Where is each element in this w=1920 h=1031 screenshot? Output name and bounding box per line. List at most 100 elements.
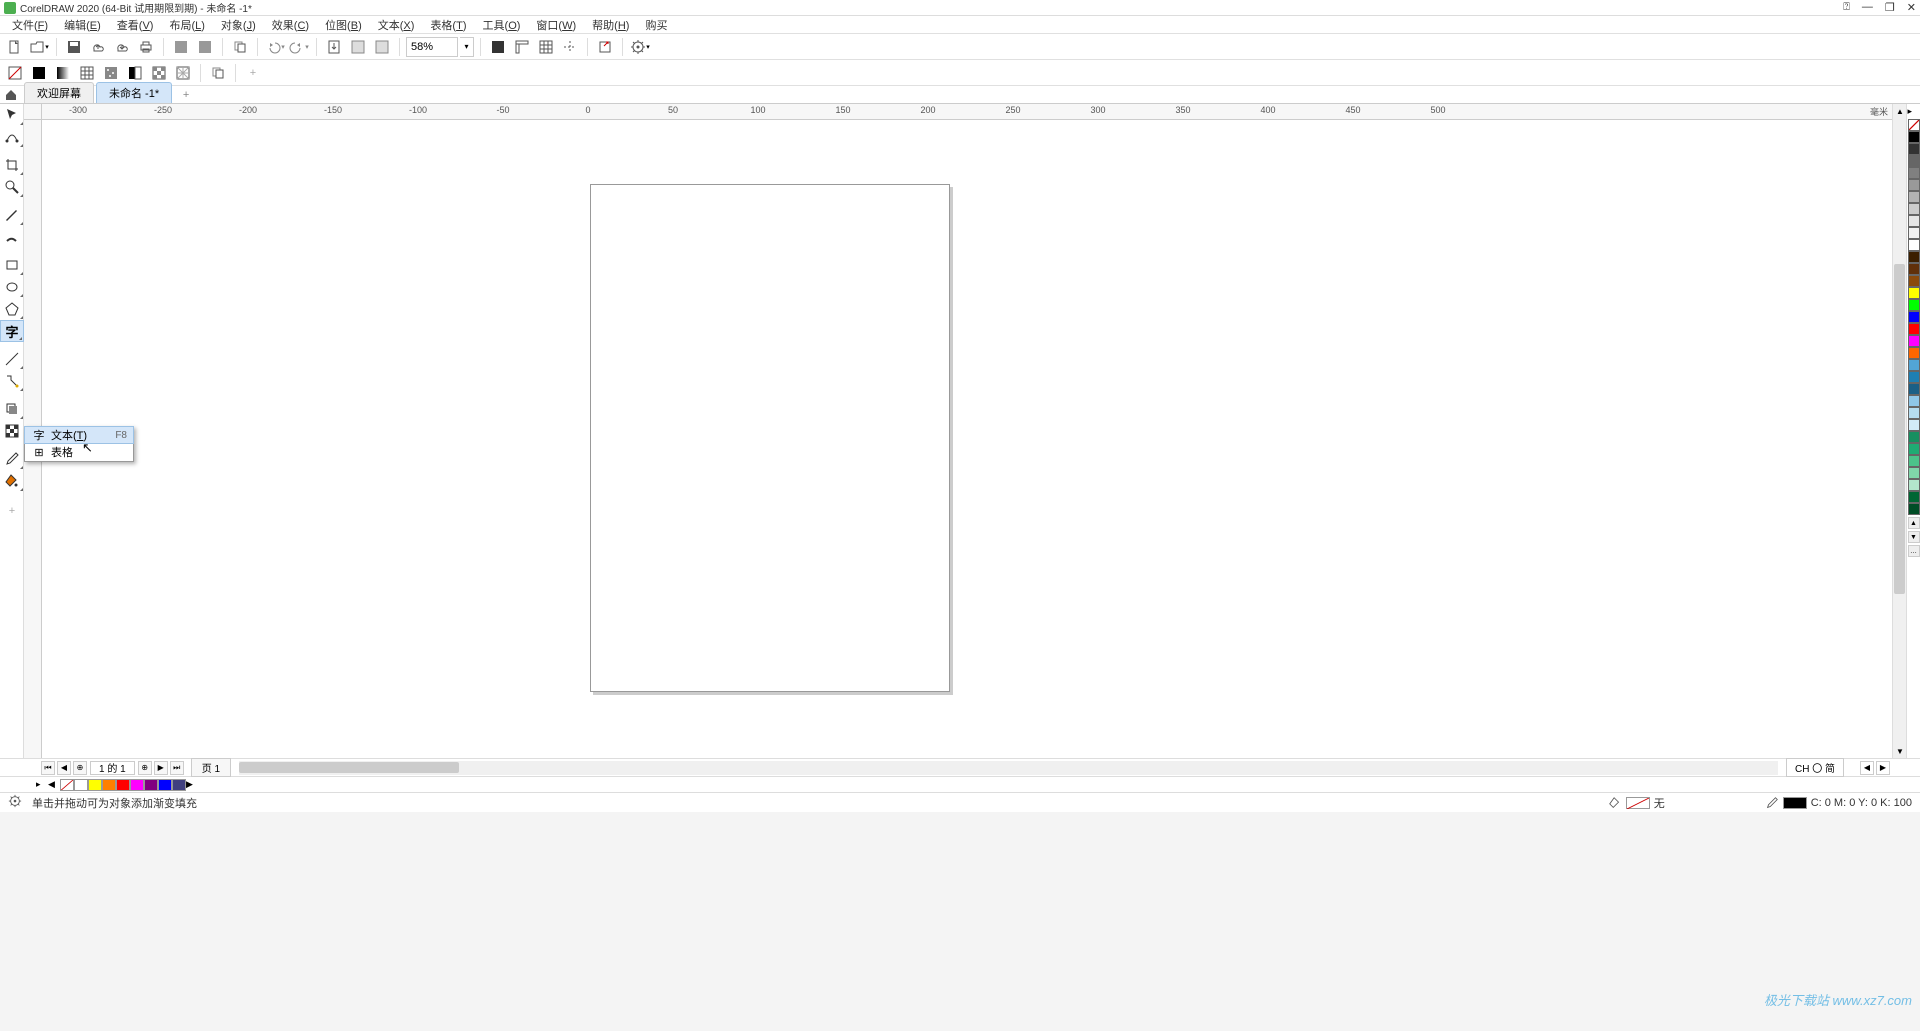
color-swatch[interactable] <box>1908 251 1920 263</box>
interactive-fill-tool[interactable] <box>0 470 24 492</box>
scrollbar-thumb[interactable] <box>239 762 459 773</box>
scroll-up-icon[interactable]: ▲ <box>1893 104 1907 118</box>
freehand-tool[interactable] <box>0 204 24 226</box>
ruler-horizontal[interactable]: 毫米 -300-250-200-150-100-5005010015020025… <box>42 104 1892 120</box>
scroll-down-icon[interactable]: ▼ <box>1893 744 1907 758</box>
show-rulers-button[interactable] <box>511 36 533 58</box>
zoom-dropdown-icon[interactable]: ▾ <box>460 37 474 57</box>
menu-窗口[interactable]: 窗口(W) <box>530 15 582 35</box>
text-tool[interactable]: 字 <box>0 320 24 342</box>
color-swatch[interactable] <box>1908 359 1920 371</box>
color-swatch[interactable] <box>1908 215 1920 227</box>
menu-表格[interactable]: 表格(T) <box>424 15 472 35</box>
gradient-fill-prop[interactable] <box>52 62 74 84</box>
doc-palette-no-color[interactable] <box>60 779 74 791</box>
color-swatch[interactable] <box>1908 347 1920 359</box>
doc-palette-menu-icon[interactable]: ▸ <box>36 779 48 790</box>
color-swatch[interactable] <box>1908 335 1920 347</box>
last-page-button[interactable]: ⏭ <box>170 761 184 775</box>
palette-scroll-button[interactable]: ▲ <box>1908 517 1920 529</box>
toolbox-add-button[interactable]: + <box>0 500 24 522</box>
menu-文件[interactable]: 文件(F) <box>6 15 54 35</box>
copy-button[interactable] <box>229 36 251 58</box>
tab-document-active[interactable]: 未命名 -1* <box>96 82 172 103</box>
color-swatch[interactable] <box>1908 299 1920 311</box>
prev-page-button[interactable]: ◀ <box>57 761 71 775</box>
export-button[interactable] <box>194 36 216 58</box>
color-swatch[interactable] <box>1908 443 1920 455</box>
doc-palette-swatch[interactable] <box>144 779 158 791</box>
color-swatch[interactable] <box>1908 503 1920 515</box>
doc-palette-swatch[interactable] <box>158 779 172 791</box>
color-swatch[interactable] <box>1908 191 1920 203</box>
help-icon[interactable]: ⍰ <box>1843 1 1850 14</box>
menu-效果[interactable]: 效果(C) <box>266 15 315 35</box>
menu-位图[interactable]: 位图(B) <box>319 15 368 35</box>
tab-welcome[interactable]: 欢迎屏幕 <box>24 82 94 103</box>
horizontal-scrollbar[interactable] <box>239 761 1778 775</box>
solid-fill-prop[interactable] <box>28 62 50 84</box>
color-swatch[interactable] <box>1908 419 1920 431</box>
color-swatch[interactable] <box>1908 383 1920 395</box>
menu-购买[interactable]: 购买 <box>639 15 673 35</box>
color-swatch[interactable] <box>1908 431 1920 443</box>
color-swatch[interactable] <box>1908 263 1920 275</box>
next-page-button[interactable]: ▶ <box>154 761 168 775</box>
zoom-level-input[interactable]: 58% <box>406 37 458 57</box>
color-swatch[interactable] <box>1908 311 1920 323</box>
color-swatch[interactable] <box>1908 131 1920 143</box>
color-swatch[interactable] <box>1908 203 1920 215</box>
parallel-dimension-tool[interactable] <box>0 348 24 370</box>
prop-add-button[interactable]: + <box>242 62 264 84</box>
doc-palette-left-icon[interactable]: ◀ <box>48 779 60 790</box>
close-icon[interactable]: ✕ <box>1907 1 1916 14</box>
color-swatch[interactable] <box>1908 167 1920 179</box>
minimize-icon[interactable]: — <box>1862 1 1873 14</box>
scroll-right-button[interactable]: ▶ <box>1876 761 1890 775</box>
postscript-fill-prop[interactable] <box>172 62 194 84</box>
bitmap-fill-prop[interactable] <box>148 62 170 84</box>
rectangle-tool[interactable] <box>0 254 24 276</box>
doc-palette-swatch[interactable] <box>102 779 116 791</box>
launch-button[interactable] <box>594 36 616 58</box>
color-swatch[interactable] <box>1908 455 1920 467</box>
ime-indicator[interactable]: CH 〇 简 <box>1786 758 1844 777</box>
ruler-corner[interactable] <box>24 104 42 120</box>
palette-scroll-button[interactable]: ▼ <box>1908 531 1920 543</box>
menu-编辑[interactable]: 编辑(E) <box>58 15 107 35</box>
doc-palette-swatch[interactable] <box>88 779 102 791</box>
menu-文本[interactable]: 文本(X) <box>372 15 421 35</box>
show-grid-button[interactable] <box>535 36 557 58</box>
open-button[interactable]: ▾ <box>28 36 50 58</box>
cloud-down-button[interactable] <box>111 36 133 58</box>
menu-工具[interactable]: 工具(O) <box>477 15 527 35</box>
texture-fill-prop[interactable] <box>100 62 122 84</box>
add-page-after-button[interactable]: ⊕ <box>138 761 152 775</box>
color-swatch[interactable] <box>1908 407 1920 419</box>
crop-tool[interactable] <box>0 154 24 176</box>
color-swatch[interactable] <box>1908 395 1920 407</box>
color-swatch[interactable] <box>1908 155 1920 167</box>
doc-palette-swatch[interactable] <box>74 779 88 791</box>
color-swatch[interactable] <box>1908 239 1920 251</box>
pattern-fill-prop[interactable] <box>76 62 98 84</box>
doc-palette-swatch[interactable] <box>116 779 130 791</box>
color-swatch[interactable] <box>1908 371 1920 383</box>
ellipse-tool[interactable] <box>0 276 24 298</box>
cloud-up-button[interactable] <box>87 36 109 58</box>
two-color-prop[interactable] <box>124 62 146 84</box>
zoom-tool[interactable] <box>0 176 24 198</box>
transparency-tool[interactable] <box>0 420 24 442</box>
menu-布局[interactable]: 布局(L) <box>163 15 210 35</box>
no-color-swatch[interactable] <box>1908 119 1920 131</box>
tab-add-icon[interactable]: + <box>178 87 194 103</box>
scrollbar-thumb[interactable] <box>1894 264 1905 594</box>
flyout-item-文本[interactable]: 字文本(T)F8 <box>24 426 134 444</box>
publish-pdf-button[interactable] <box>323 36 345 58</box>
status-options-icon[interactable] <box>8 794 22 811</box>
fullscreen-button[interactable] <box>487 36 509 58</box>
menu-帮助[interactable]: 帮助(H) <box>586 15 635 35</box>
artistic-media-tool[interactable] <box>0 226 24 248</box>
canvas-viewport[interactable] <box>42 120 1892 758</box>
outline-indicator[interactable]: C: 0 M: 0 Y: 0 K: 100 <box>1765 796 1912 810</box>
